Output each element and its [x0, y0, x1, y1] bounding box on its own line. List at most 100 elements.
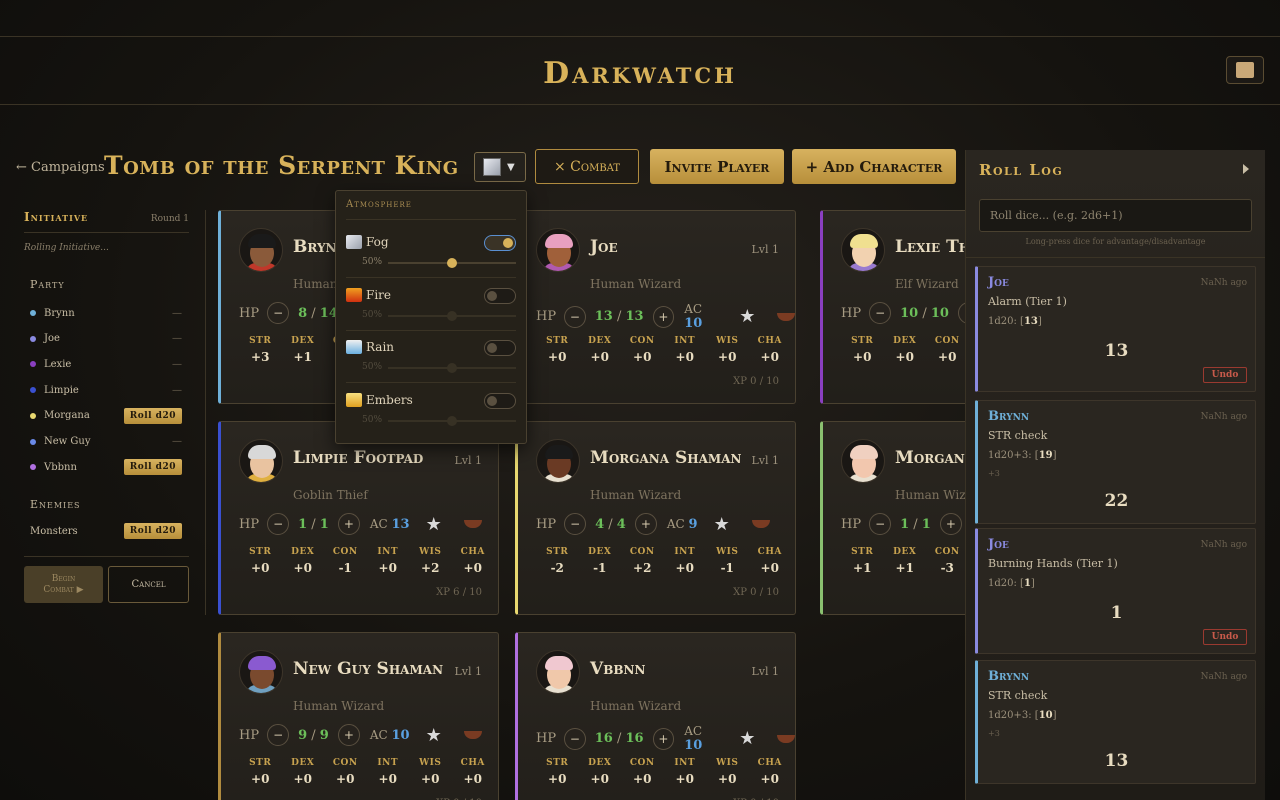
hp-decrease-button[interactable]: −	[564, 513, 587, 535]
star-icon[interactable]: ★	[714, 514, 730, 535]
stat-str[interactable]: STR +3	[239, 336, 282, 364]
stat-con[interactable]: CON +0	[926, 336, 969, 364]
roll-time: NaNh ago	[1200, 672, 1247, 682]
hp-increase-button[interactable]: +	[652, 727, 675, 750]
stat-str[interactable]: STR +0	[239, 547, 282, 575]
slider-thumb[interactable]	[447, 258, 457, 268]
stat-cha[interactable]: CHA +0	[452, 758, 495, 786]
roll-d20-button[interactable]: Roll d20	[123, 459, 182, 476]
slider-thumb[interactable]	[447, 415, 457, 426]
stat-dex[interactable]: DEX +1	[282, 336, 325, 364]
stat-dex[interactable]: DEX +0	[282, 547, 325, 575]
fog-intensity-slider[interactable]	[388, 258, 516, 268]
stat-dex[interactable]: DEX -1	[579, 547, 622, 575]
stat-str[interactable]: STR -2	[536, 547, 579, 575]
avatar	[239, 228, 283, 272]
stat-int[interactable]: INT +0	[367, 547, 410, 575]
stat-str[interactable]: STR +0	[536, 336, 579, 364]
atmosphere-toggle-button[interactable]: ▼	[474, 152, 526, 182]
stat-str[interactable]: STR +0	[239, 758, 282, 786]
character-card[interactable]: New Guy Shaman Lvl 1 Human Wizard HP −9 / 9 +…	[218, 632, 499, 800]
stat-wis[interactable]: WIS +0	[409, 758, 452, 786]
hp-decrease-button[interactable]: −	[267, 302, 290, 324]
roll-d20-button[interactable]: Roll d20	[123, 407, 182, 424]
character-card[interactable]: Limpie Footpad Lvl 1 Goblin Thief HP −1 / 1 +…	[218, 421, 499, 615]
combat-button[interactable]: × Combat	[535, 149, 639, 184]
stat-value: +0	[675, 561, 694, 575]
stat-int[interactable]: INT +0	[664, 336, 707, 364]
hp-increase-button[interactable]: +	[634, 513, 657, 535]
slider-thumb[interactable]	[447, 310, 457, 321]
lamp-icon[interactable]	[777, 312, 795, 321]
undo-button[interactable]: Undo	[1203, 629, 1247, 645]
hp-decrease-button[interactable]: −	[564, 305, 586, 328]
fire-intensity-slider[interactable]	[388, 310, 516, 321]
hp-decrease-button[interactable]: −	[564, 727, 586, 750]
character-card[interactable]: Vbbnn Lvl 1 Human Wizard HP −16 / 16 + AC 10 ★ S…	[515, 632, 796, 800]
begin-combat-button[interactable]: Begin Combat ▶	[24, 566, 103, 603]
add-character-button[interactable]: + Add Character	[792, 149, 956, 184]
stat-int[interactable]: INT +0	[664, 758, 707, 786]
stat-con[interactable]: CON -1	[324, 547, 367, 575]
cancel-button[interactable]: Cancel	[108, 566, 189, 603]
stat-str[interactable]: STR +1	[841, 547, 884, 575]
stat-dex[interactable]: DEX +0	[579, 758, 622, 786]
stat-str[interactable]: STR +0	[536, 758, 579, 786]
invite-player-button[interactable]: Invite Player	[650, 149, 784, 184]
stat-dex[interactable]: DEX +0	[884, 336, 927, 364]
stat-cha[interactable]: CHA +0	[749, 547, 792, 575]
stat-cha[interactable]: CHA +0	[452, 547, 495, 575]
roll-description: Burning Hands (Tier 1)	[988, 557, 1118, 570]
lamp-icon[interactable]	[463, 520, 482, 528]
embers-intensity-slider[interactable]	[388, 415, 516, 426]
stat-str[interactable]: STR +0	[841, 336, 884, 364]
stat-wis[interactable]: WIS -1	[706, 547, 749, 575]
star-icon[interactable]: ★	[426, 725, 442, 746]
character-card[interactable]: Morgana Shaman Lvl 1 Human Wizard HP −4 / 4 +…	[515, 421, 796, 615]
lamp-icon[interactable]	[777, 734, 795, 743]
rain-toggle[interactable]	[484, 340, 516, 357]
back-to-campaigns-link[interactable]: ← Campaigns	[16, 160, 105, 175]
star-icon[interactable]: ★	[426, 514, 442, 535]
stat-dex[interactable]: DEX +0	[579, 336, 622, 364]
roll-d20-button[interactable]: Roll d20	[123, 523, 182, 539]
stat-wis[interactable]: WIS +0	[706, 336, 749, 364]
undo-button[interactable]: Undo	[1203, 367, 1247, 383]
stat-con[interactable]: CON +0	[621, 758, 664, 786]
stat-con[interactable]: CON +2	[621, 547, 664, 575]
stat-con[interactable]: CON +0	[324, 758, 367, 786]
hp-decrease-button[interactable]: −	[869, 302, 892, 324]
hp-increase-button[interactable]: +	[652, 305, 675, 328]
hp-increase-button[interactable]: +	[337, 724, 360, 746]
stat-int[interactable]: INT +0	[664, 547, 707, 575]
slider-thumb[interactable]	[447, 363, 457, 374]
hp-increase-button[interactable]: +	[337, 513, 360, 535]
star-icon[interactable]: ★	[739, 728, 755, 749]
embers-toggle[interactable]	[484, 392, 516, 409]
hp-decrease-button[interactable]: −	[267, 513, 290, 535]
character-card[interactable]: Joe Lvl 1 Human Wizard HP −13 / 13 + AC 10 ★ STR…	[515, 210, 796, 404]
stat-wis[interactable]: WIS +0	[706, 758, 749, 786]
lamp-icon[interactable]	[463, 731, 482, 739]
stat-con[interactable]: CON -3	[926, 547, 969, 575]
stat-dex[interactable]: DEX +1	[884, 547, 927, 575]
atmosphere-row-fire: Fire 50%	[346, 287, 516, 331]
stat-cha[interactable]: CHA +0	[749, 758, 792, 786]
fire-toggle[interactable]	[484, 287, 516, 304]
scroll-button[interactable]	[1226, 56, 1264, 84]
star-icon[interactable]: ★	[739, 306, 755, 327]
stat-wis[interactable]: WIS +2	[409, 547, 452, 575]
hp-decrease-button[interactable]: −	[267, 724, 290, 746]
stat-int[interactable]: INT +0	[367, 758, 410, 786]
lamp-icon[interactable]	[751, 520, 770, 528]
dice-input[interactable]: Roll dice... (e.g. 2d6+1)	[979, 199, 1252, 232]
rain-intensity-slider[interactable]	[388, 363, 516, 374]
stat-cha[interactable]: CHA +0	[749, 336, 792, 364]
hp-decrease-button[interactable]: −	[869, 513, 892, 535]
fog-toggle[interactable]	[484, 235, 516, 251]
hp-increase-button[interactable]: +	[939, 513, 962, 535]
collapse-arrow-icon[interactable]	[1243, 164, 1249, 174]
stat-dex[interactable]: DEX +0	[282, 758, 325, 786]
roll-modifier: +3	[988, 729, 1000, 738]
stat-con[interactable]: CON +0	[621, 336, 664, 364]
